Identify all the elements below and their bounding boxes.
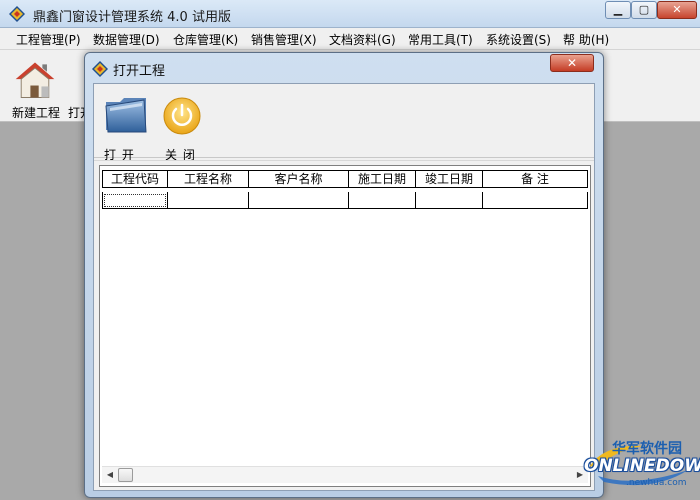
menu-sales[interactable]: 销售管理(X) <box>251 31 317 48</box>
grid-cell[interactable] <box>249 192 349 209</box>
dialog-title: 打开工程 <box>113 64 166 79</box>
open-project-dialog: 打开工程 ✕ 打 开 关 闭 工程代码 工程名称 客户名称 施工日期 竣工日期 … <box>84 52 604 498</box>
grid-cell[interactable] <box>349 192 416 209</box>
horizontal-scrollbar[interactable]: ◀ ▶ <box>102 466 588 483</box>
menu-help[interactable]: 帮 助(H) <box>563 31 609 48</box>
project-grid[interactable]: 工程代码 工程名称 客户名称 施工日期 竣工日期 备 注 ◀ ▶ <box>99 165 591 487</box>
new-project-label: 新建工程 <box>12 106 61 120</box>
scroll-thumb[interactable] <box>118 468 133 482</box>
scroll-left-arrow-icon[interactable]: ◀ <box>104 469 116 481</box>
dialog-titlebar[interactable]: 打开工程 ✕ <box>85 53 603 83</box>
watermark-url-text: .newhua.com <box>626 478 687 488</box>
separator <box>94 160 594 161</box>
dialog-client-area: 打 开 关 闭 工程代码 工程名称 客户名称 施工日期 竣工日期 备 注 ◀ ▶ <box>93 83 595 491</box>
grid-cell[interactable] <box>483 192 588 209</box>
dialog-toolbar: 打 开 关 闭 <box>94 84 594 162</box>
new-project-button[interactable]: 新建工程 <box>6 54 64 122</box>
col-project-code[interactable]: 工程代码 <box>102 170 168 188</box>
col-project-name[interactable]: 工程名称 <box>168 170 249 188</box>
menu-bar: 工程管理(P) 数据管理(D) 仓库管理(K) 销售管理(X) 文档资料(G) … <box>0 28 700 50</box>
dialog-app-icon <box>92 61 108 77</box>
col-start-date[interactable]: 施工日期 <box>349 170 416 188</box>
open-project-toolbar-button[interactable]: 打开 <box>66 54 92 122</box>
folder-icon <box>105 98 147 133</box>
col-completion-date[interactable]: 竣工日期 <box>416 170 483 188</box>
close-button[interactable]: ✕ <box>657 1 697 19</box>
watermark-en-text: ONLINEDOWN <box>584 456 700 476</box>
new-project-house-icon <box>15 62 55 98</box>
app-title: 鼎鑫门窗设计管理系统 4.0 试用版 <box>33 10 231 25</box>
col-notes[interactable]: 备 注 <box>483 170 588 188</box>
menu-documents[interactable]: 文档资料(G) <box>329 31 396 48</box>
minimize-button[interactable]: ▁ <box>605 1 631 19</box>
close-dialog-toolbar-button[interactable]: 关 闭 <box>160 88 204 162</box>
grid-cell[interactable] <box>416 192 483 209</box>
grid-header: 工程代码 工程名称 客户名称 施工日期 竣工日期 备 注 <box>102 170 588 209</box>
menu-warehouse[interactable]: 仓库管理(K) <box>173 31 238 48</box>
main-titlebar: 鼎鑫门窗设计管理系统 4.0 试用版 ▁ ▢ ✕ <box>0 0 700 28</box>
menu-data[interactable]: 数据管理(D) <box>93 31 160 48</box>
app-logo-icon <box>9 6 25 22</box>
menu-settings[interactable]: 系统设置(S) <box>486 31 551 48</box>
dialog-close-button[interactable]: ✕ <box>550 54 594 72</box>
menu-project[interactable]: 工程管理(P) <box>16 31 81 48</box>
grid-cell[interactable] <box>102 192 168 209</box>
open-button[interactable]: 打 开 <box>102 88 152 162</box>
power-icon <box>163 97 201 135</box>
grid-cell[interactable] <box>168 192 249 209</box>
menu-tools[interactable]: 常用工具(T) <box>408 31 473 48</box>
watermark-cn-text: 华军软件园 <box>612 441 682 457</box>
col-customer-name[interactable]: 客户名称 <box>249 170 349 188</box>
watermark-logo: 华军软件园 ONLINEDOWN .newhua.com <box>584 436 700 496</box>
maximize-button[interactable]: ▢ <box>631 1 657 19</box>
